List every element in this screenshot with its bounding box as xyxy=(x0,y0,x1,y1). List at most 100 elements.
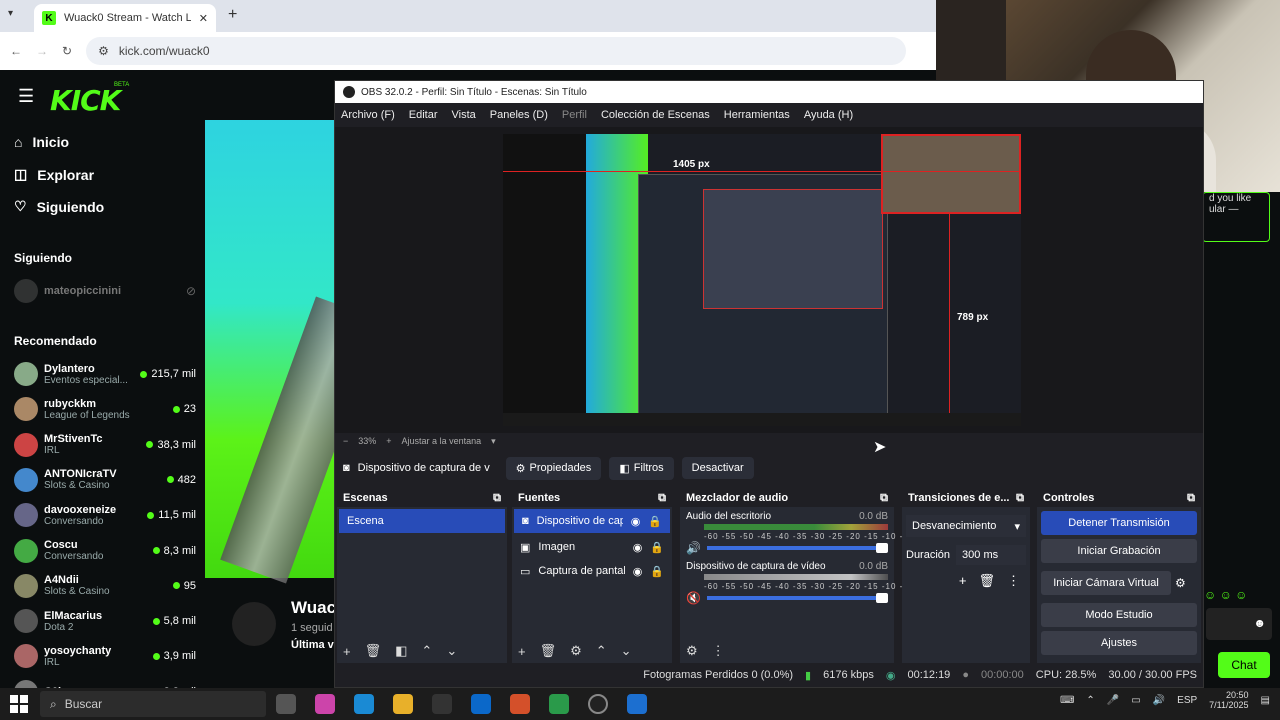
new-tab-icon[interactable]: + xyxy=(228,6,237,24)
gear-icon[interactable]: ⚙ xyxy=(570,643,582,659)
trash-icon[interactable]: 🗑 xyxy=(978,573,995,589)
settings-button[interactable]: Ajustes xyxy=(1041,631,1197,655)
fit-window-label[interactable]: Ajustar a la ventana xyxy=(402,436,482,446)
recommended-channel[interactable]: rubyckkm League of Legends 23 xyxy=(14,392,196,426)
recommended-channel[interactable]: A4Ndii Slots & Casino 95 xyxy=(14,569,196,603)
nav-inicio[interactable]: ⌂ Inicio xyxy=(14,134,69,150)
lock-icon[interactable]: 🔒 xyxy=(650,541,664,554)
volume-slider[interactable] xyxy=(706,593,888,603)
obs-menu-item[interactable]: Editar xyxy=(409,109,438,121)
emote-icons[interactable]: ☺ ☺ ☺ xyxy=(1204,588,1247,602)
trash-icon[interactable]: 🗑 xyxy=(365,643,382,659)
recommended-channel[interactable]: ElMacarius Dota 2 5,8 mil xyxy=(14,604,196,638)
eye-icon[interactable]: ◉ xyxy=(633,541,643,554)
recommended-channel[interactable]: yosoychanty IRL 3,9 mil xyxy=(14,639,196,673)
hamburger-menu-icon[interactable]: ☰ xyxy=(18,86,34,107)
url-field[interactable]: ⚙ kick.com/wuack0 xyxy=(86,37,907,65)
forward-icon[interactable]: → xyxy=(36,44,48,58)
scene-item[interactable]: Escena xyxy=(339,509,505,533)
mic-icon[interactable]: 🎤 xyxy=(1107,695,1119,706)
source-item[interactable]: ▭ Captura de pantall ◉ 🔒 xyxy=(512,559,672,583)
transition-select[interactable]: Desvanecimiento ▾ xyxy=(906,515,1026,537)
more-icon[interactable]: ⋮ xyxy=(1007,573,1020,589)
start-windows-icon[interactable] xyxy=(10,695,28,713)
dock-float-icon[interactable]: ⧉ xyxy=(1187,492,1195,505)
speaker-icon[interactable]: 🔊 xyxy=(686,541,701,555)
obs-menu-item[interactable]: Herramientas xyxy=(724,109,790,121)
chrome-icon[interactable] xyxy=(549,694,569,714)
gear-icon[interactable]: ⚙ xyxy=(686,643,698,659)
notifications-icon[interactable]: ▤ xyxy=(1261,695,1270,706)
clock[interactable]: 20:50 7/11/2025 xyxy=(1209,690,1248,710)
fit-dropdown-icon[interactable]: ▾ xyxy=(491,436,496,447)
taskbar-search[interactable]: ⌕ Buscar xyxy=(40,691,266,717)
trash-icon[interactable]: 🗑 xyxy=(540,643,557,659)
gear-icon[interactable]: ⚙ xyxy=(1175,576,1186,590)
obs-menu-item[interactable]: Vista xyxy=(452,109,476,121)
down-icon[interactable]: ⌄ xyxy=(621,643,632,659)
preview-canvas[interactable]: 1405 px 789 px xyxy=(503,134,1021,426)
start-recording-button[interactable]: Iniciar Grabación xyxy=(1041,539,1197,563)
add-icon[interactable]: + xyxy=(518,644,526,659)
source-item[interactable]: ◙ Dispositivo de capt ◉ 🔒 xyxy=(514,509,670,533)
language-indicator[interactable]: ESP xyxy=(1177,695,1197,706)
back-icon[interactable]: ← xyxy=(10,44,22,58)
recommended-channel[interactable]: davooxeneize Conversando 11,5 mil xyxy=(14,498,196,532)
volume-slider[interactable] xyxy=(706,543,888,553)
add-icon[interactable]: + xyxy=(959,573,967,589)
network-icon[interactable]: ▭ xyxy=(1131,695,1140,706)
dock-float-icon[interactable]: ⧉ xyxy=(1016,492,1024,505)
app-icon[interactable] xyxy=(432,694,452,714)
recommended-channel[interactable]: MrStivenTc IRL 38,3 mil xyxy=(14,428,196,462)
recommended-channel[interactable]: ANTONIcraTV Slots & Casino 482 xyxy=(14,463,196,497)
properties-button[interactable]: ⚙ Propiedades xyxy=(505,456,602,480)
dock-float-icon[interactable]: ⧉ xyxy=(880,492,888,505)
obs-menu-item[interactable]: Archivo (F) xyxy=(341,109,395,121)
eye-icon[interactable]: ◉ xyxy=(631,515,641,528)
app-icon[interactable] xyxy=(627,694,647,714)
duration-input[interactable]: 300 ms xyxy=(956,545,1026,565)
volume-icon[interactable]: 🔊 xyxy=(1153,695,1165,706)
nav-siguiendo[interactable]: ♡ Siguiendo xyxy=(14,198,104,215)
reload-icon[interactable]: ↻ xyxy=(62,44,72,58)
studio-mode-button[interactable]: Modo Estudio xyxy=(1041,603,1197,627)
browser-tab[interactable]: K Wuack0 Stream - Watch Live or ✕ xyxy=(34,4,216,32)
outlook-icon[interactable] xyxy=(471,694,491,714)
tab-list-icon[interactable]: ▾ xyxy=(8,8,13,19)
more-icon[interactable]: ⋮ xyxy=(712,643,725,659)
deactivate-button[interactable]: Desactivar xyxy=(681,457,754,479)
obs-menu-item[interactable]: Perfil xyxy=(562,109,587,121)
obs-icon[interactable] xyxy=(588,694,608,714)
following-item[interactable]: mateopiccinini ⊘ xyxy=(14,274,196,308)
emoji-icon[interactable]: ☻ xyxy=(1253,616,1266,630)
filter-icon[interactable]: ◧ xyxy=(395,643,407,659)
obs-preview[interactable]: 1405 px 789 px ➤ xyxy=(335,127,1203,456)
lock-icon[interactable]: 🔒 xyxy=(650,565,664,578)
chat-send-button[interactable]: Chat xyxy=(1218,652,1270,678)
obs-menu-item[interactable]: Paneles (D) xyxy=(490,109,548,121)
obs-menu-item[interactable]: Ayuda (H) xyxy=(804,109,853,121)
nav-explorar[interactable]: ◫ Explorar xyxy=(14,166,94,183)
tab-close-icon[interactable]: ✕ xyxy=(199,12,208,25)
source-item[interactable]: ▣ Imagen ◉ 🔒 xyxy=(512,535,672,559)
start-virtual-camera-button[interactable]: Iniciar Cámara Virtual xyxy=(1041,571,1171,595)
keyboard-icon[interactable]: ⌨ xyxy=(1060,695,1074,706)
task-view-icon[interactable] xyxy=(276,694,296,714)
eye-icon[interactable]: ◉ xyxy=(633,565,643,578)
dock-float-icon[interactable]: ⧉ xyxy=(493,492,501,505)
chat-input[interactable]: ☻ xyxy=(1206,608,1272,640)
recommended-channel[interactable]: Coscu Conversando 8,3 mil xyxy=(14,534,196,568)
zoom-out-icon[interactable]: − xyxy=(343,436,348,446)
edge-icon[interactable] xyxy=(354,694,374,714)
app-icon[interactable] xyxy=(510,694,530,714)
kick-logo[interactable]: KICK xyxy=(50,84,121,117)
filters-button[interactable]: ◧ Filtros xyxy=(609,456,674,480)
copilot-icon[interactable] xyxy=(315,694,335,714)
recommended-channel[interactable]: Dylantero Eventos especial... 215,7 mil xyxy=(14,357,196,391)
lock-icon[interactable]: 🔒 xyxy=(648,515,662,528)
up-icon[interactable]: ⌃ xyxy=(421,643,432,659)
add-icon[interactable]: + xyxy=(343,644,351,659)
down-icon[interactable]: ⌄ xyxy=(446,643,457,659)
muted-speaker-icon[interactable]: 🔇 xyxy=(686,591,701,605)
site-info-icon[interactable]: ⚙ xyxy=(98,44,109,58)
